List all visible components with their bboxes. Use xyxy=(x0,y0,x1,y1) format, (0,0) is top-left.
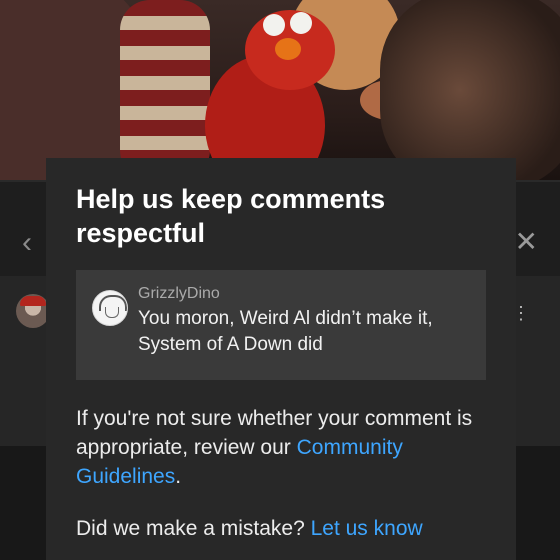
avatar xyxy=(92,290,128,326)
guidelines-info-suffix: . xyxy=(175,465,182,488)
video-figure-stripes xyxy=(120,0,210,180)
comment-warning-dialog: Help us keep comments respectful Grizzly… xyxy=(46,158,516,560)
guidelines-info-text: If you're not sure whether your comment … xyxy=(76,407,473,459)
video-figure-eye xyxy=(290,12,312,34)
avatar[interactable] xyxy=(16,294,50,328)
feedback-prompt: Did we make a mistake? Let us know xyxy=(76,514,486,543)
quoted-comment: GrizzlyDino You moron, Weird Al didn’t m… xyxy=(76,270,486,380)
guidelines-info: If you're not sure whether your comment … xyxy=(76,404,476,491)
let-us-know-link[interactable]: Let us know xyxy=(311,517,423,540)
video-frame xyxy=(0,0,560,180)
comment-username: GrizzlyDino xyxy=(138,285,220,302)
video-figure-nose xyxy=(275,38,301,60)
video-figure-right xyxy=(380,0,560,180)
close-icon[interactable]: ✕ xyxy=(515,228,538,256)
comment-text: You moron, Weird Al didn’t make it, Syst… xyxy=(138,308,433,355)
feedback-prompt-text: Did we make a mistake? xyxy=(76,517,311,540)
video-figure-eye xyxy=(263,14,285,36)
dialog-title: Help us keep comments respectful xyxy=(76,184,386,248)
chevron-left-icon[interactable]: ‹ xyxy=(22,228,32,258)
